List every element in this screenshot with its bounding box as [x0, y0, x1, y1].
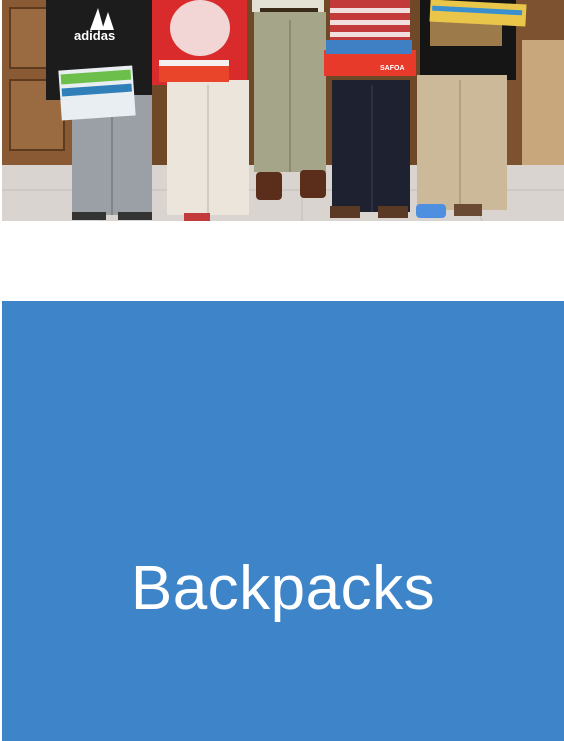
- box-label: SAFOA: [380, 65, 405, 72]
- shirt-text: adidas: [74, 28, 115, 43]
- page: adidas SAFOA Backpacks: [0, 0, 564, 741]
- tile-title: Backpacks: [130, 554, 436, 623]
- backpacks-tile[interactable]: Backpacks: [2, 301, 564, 741]
- photo-illustration: adidas SAFOA: [2, 0, 564, 221]
- donation-photo: adidas SAFOA: [2, 0, 564, 221]
- spacer: [0, 221, 564, 301]
